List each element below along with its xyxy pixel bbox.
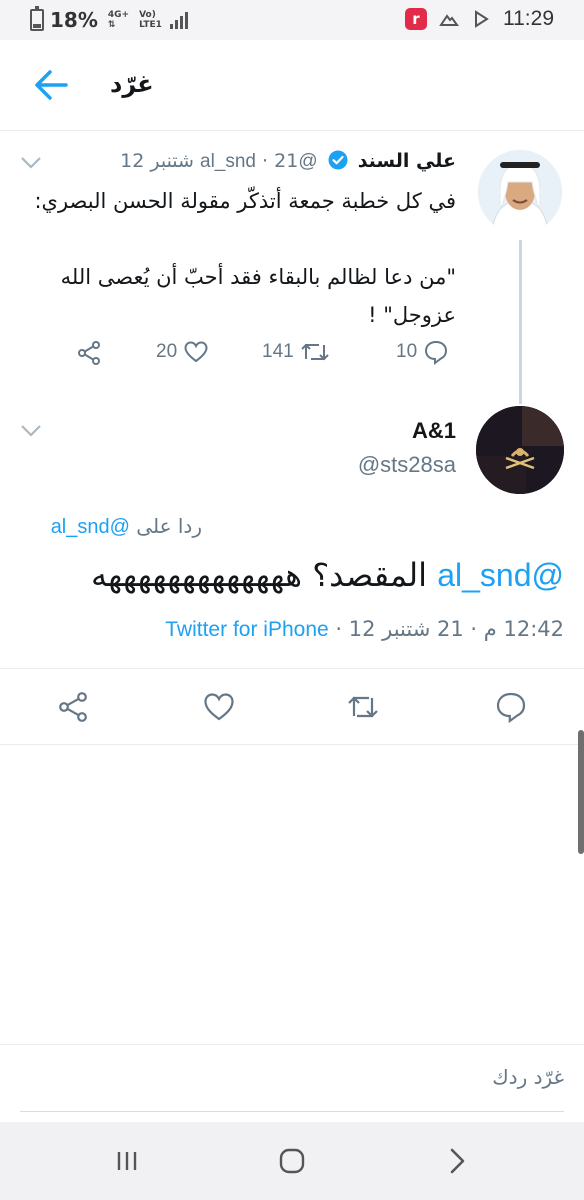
- top-app-bar: غرّد: [0, 40, 584, 130]
- tweet-body: المقصد؟ هههههههههههههه: [90, 556, 428, 594]
- retweet-action[interactable]: 141: [262, 337, 330, 367]
- author-name[interactable]: A&1: [412, 418, 456, 444]
- share-icon[interactable]: [76, 340, 102, 366]
- clock: 11:29: [503, 7, 554, 30]
- recent-apps-icon[interactable]: [110, 1144, 144, 1178]
- avatar[interactable]: [478, 150, 562, 234]
- author-handle[interactable]: @sts28sa: [358, 452, 456, 478]
- tweet-meta: 12:42 م · 21 شتنبر 12 · Twitter for iPho…: [165, 617, 564, 642]
- reply-icon: [425, 340, 448, 365]
- status-bar-right: r 11:29: [405, 7, 554, 31]
- system-nav-bar: [0, 1122, 584, 1200]
- status-bar: 18% 4G+ ⇅ Vo) LTE1 r 11:29: [0, 0, 584, 40]
- input-underline: [20, 1111, 564, 1112]
- mountain-icon: [439, 14, 459, 26]
- avatar-image: [476, 406, 564, 494]
- status-bar-left: 18% 4G+ ⇅ Vo) LTE1: [30, 6, 188, 32]
- reply-count: 10: [396, 341, 418, 362]
- divider: [0, 744, 584, 745]
- replying-prefix: ردا على: [136, 514, 202, 538]
- chevron-down-icon[interactable]: [20, 156, 42, 170]
- heart-icon: [184, 341, 208, 363]
- replying-to: ردا على @al_snd: [51, 514, 202, 539]
- lte-label: LTE1: [139, 20, 162, 30]
- chevron-down-icon[interactable]: [20, 424, 42, 438]
- play-icon: [475, 10, 489, 28]
- scrollbar[interactable]: [578, 730, 584, 854]
- tweet-line: "من دعا لظالم بالبقاء فقد أحبّ أن يُعصى …: [60, 265, 456, 289]
- reply-icon[interactable]: [494, 690, 528, 724]
- app-notification-icon: r: [405, 8, 427, 30]
- volte-indicator: Vo) LTE1: [139, 10, 162, 30]
- avatar-image: [478, 150, 562, 234]
- retweet-icon[interactable]: [346, 690, 380, 724]
- like-action[interactable]: 20: [156, 337, 209, 367]
- tweet-line: عزوجل" !: [368, 303, 456, 327]
- tweet-source-link[interactable]: Twitter for iPhone: [165, 618, 328, 641]
- back-nav-icon[interactable]: [440, 1144, 474, 1178]
- network-type: 4G+: [107, 10, 130, 20]
- tweet-time: 12:42 م: [483, 617, 564, 641]
- battery-level: 18%: [50, 8, 98, 32]
- volte-label: Vo): [139, 10, 156, 20]
- tweet-date: · 21 شتنبر 12 ·: [335, 617, 478, 641]
- tweet-line: في كل خطبة جمعة أتذكّر مقولة الحسن البصر…: [34, 189, 456, 213]
- tweet-text: @al_snd المقصد؟ هههههههههههههه: [91, 556, 564, 594]
- tweet-header: علي السند @al_snd · 21 شتنبر 12: [120, 150, 456, 173]
- heart-icon[interactable]: [202, 690, 236, 724]
- share-icon[interactable]: [56, 690, 90, 724]
- author-name[interactable]: علي السند: [358, 150, 456, 172]
- tweet-text: في كل خطبة جمعة أتذكّر مقولة الحسن البصر…: [26, 182, 456, 334]
- verified-badge-icon: [328, 150, 348, 170]
- retweet-count: 141: [262, 341, 294, 362]
- divider: [0, 130, 584, 131]
- data-arrows-icon: ⇅: [107, 20, 116, 30]
- reply-composer[interactable]: غرّد ردك: [0, 1044, 584, 1122]
- avatar[interactable]: [476, 406, 564, 494]
- battery-icon: [30, 6, 44, 31]
- signal-icon: [169, 11, 188, 29]
- arrow-left-icon[interactable]: [28, 62, 74, 108]
- replying-handle-link[interactable]: @al_snd: [51, 516, 130, 538]
- page-title: غرّد: [110, 70, 154, 98]
- mention-link[interactable]: @al_snd: [437, 557, 564, 593]
- thread-connector: [519, 240, 522, 404]
- network-indicator: 4G+ ⇅: [108, 10, 129, 30]
- author-handle[interactable]: @al_snd: [200, 151, 318, 172]
- home-icon[interactable]: [275, 1144, 309, 1178]
- divider: [0, 668, 584, 669]
- retweet-icon: [300, 343, 329, 361]
- like-count: 20: [156, 341, 178, 362]
- reply-input[interactable]: غرّد ردك: [492, 1065, 564, 1089]
- reply-action[interactable]: 10: [396, 337, 449, 367]
- tweet-line: [26, 220, 456, 258]
